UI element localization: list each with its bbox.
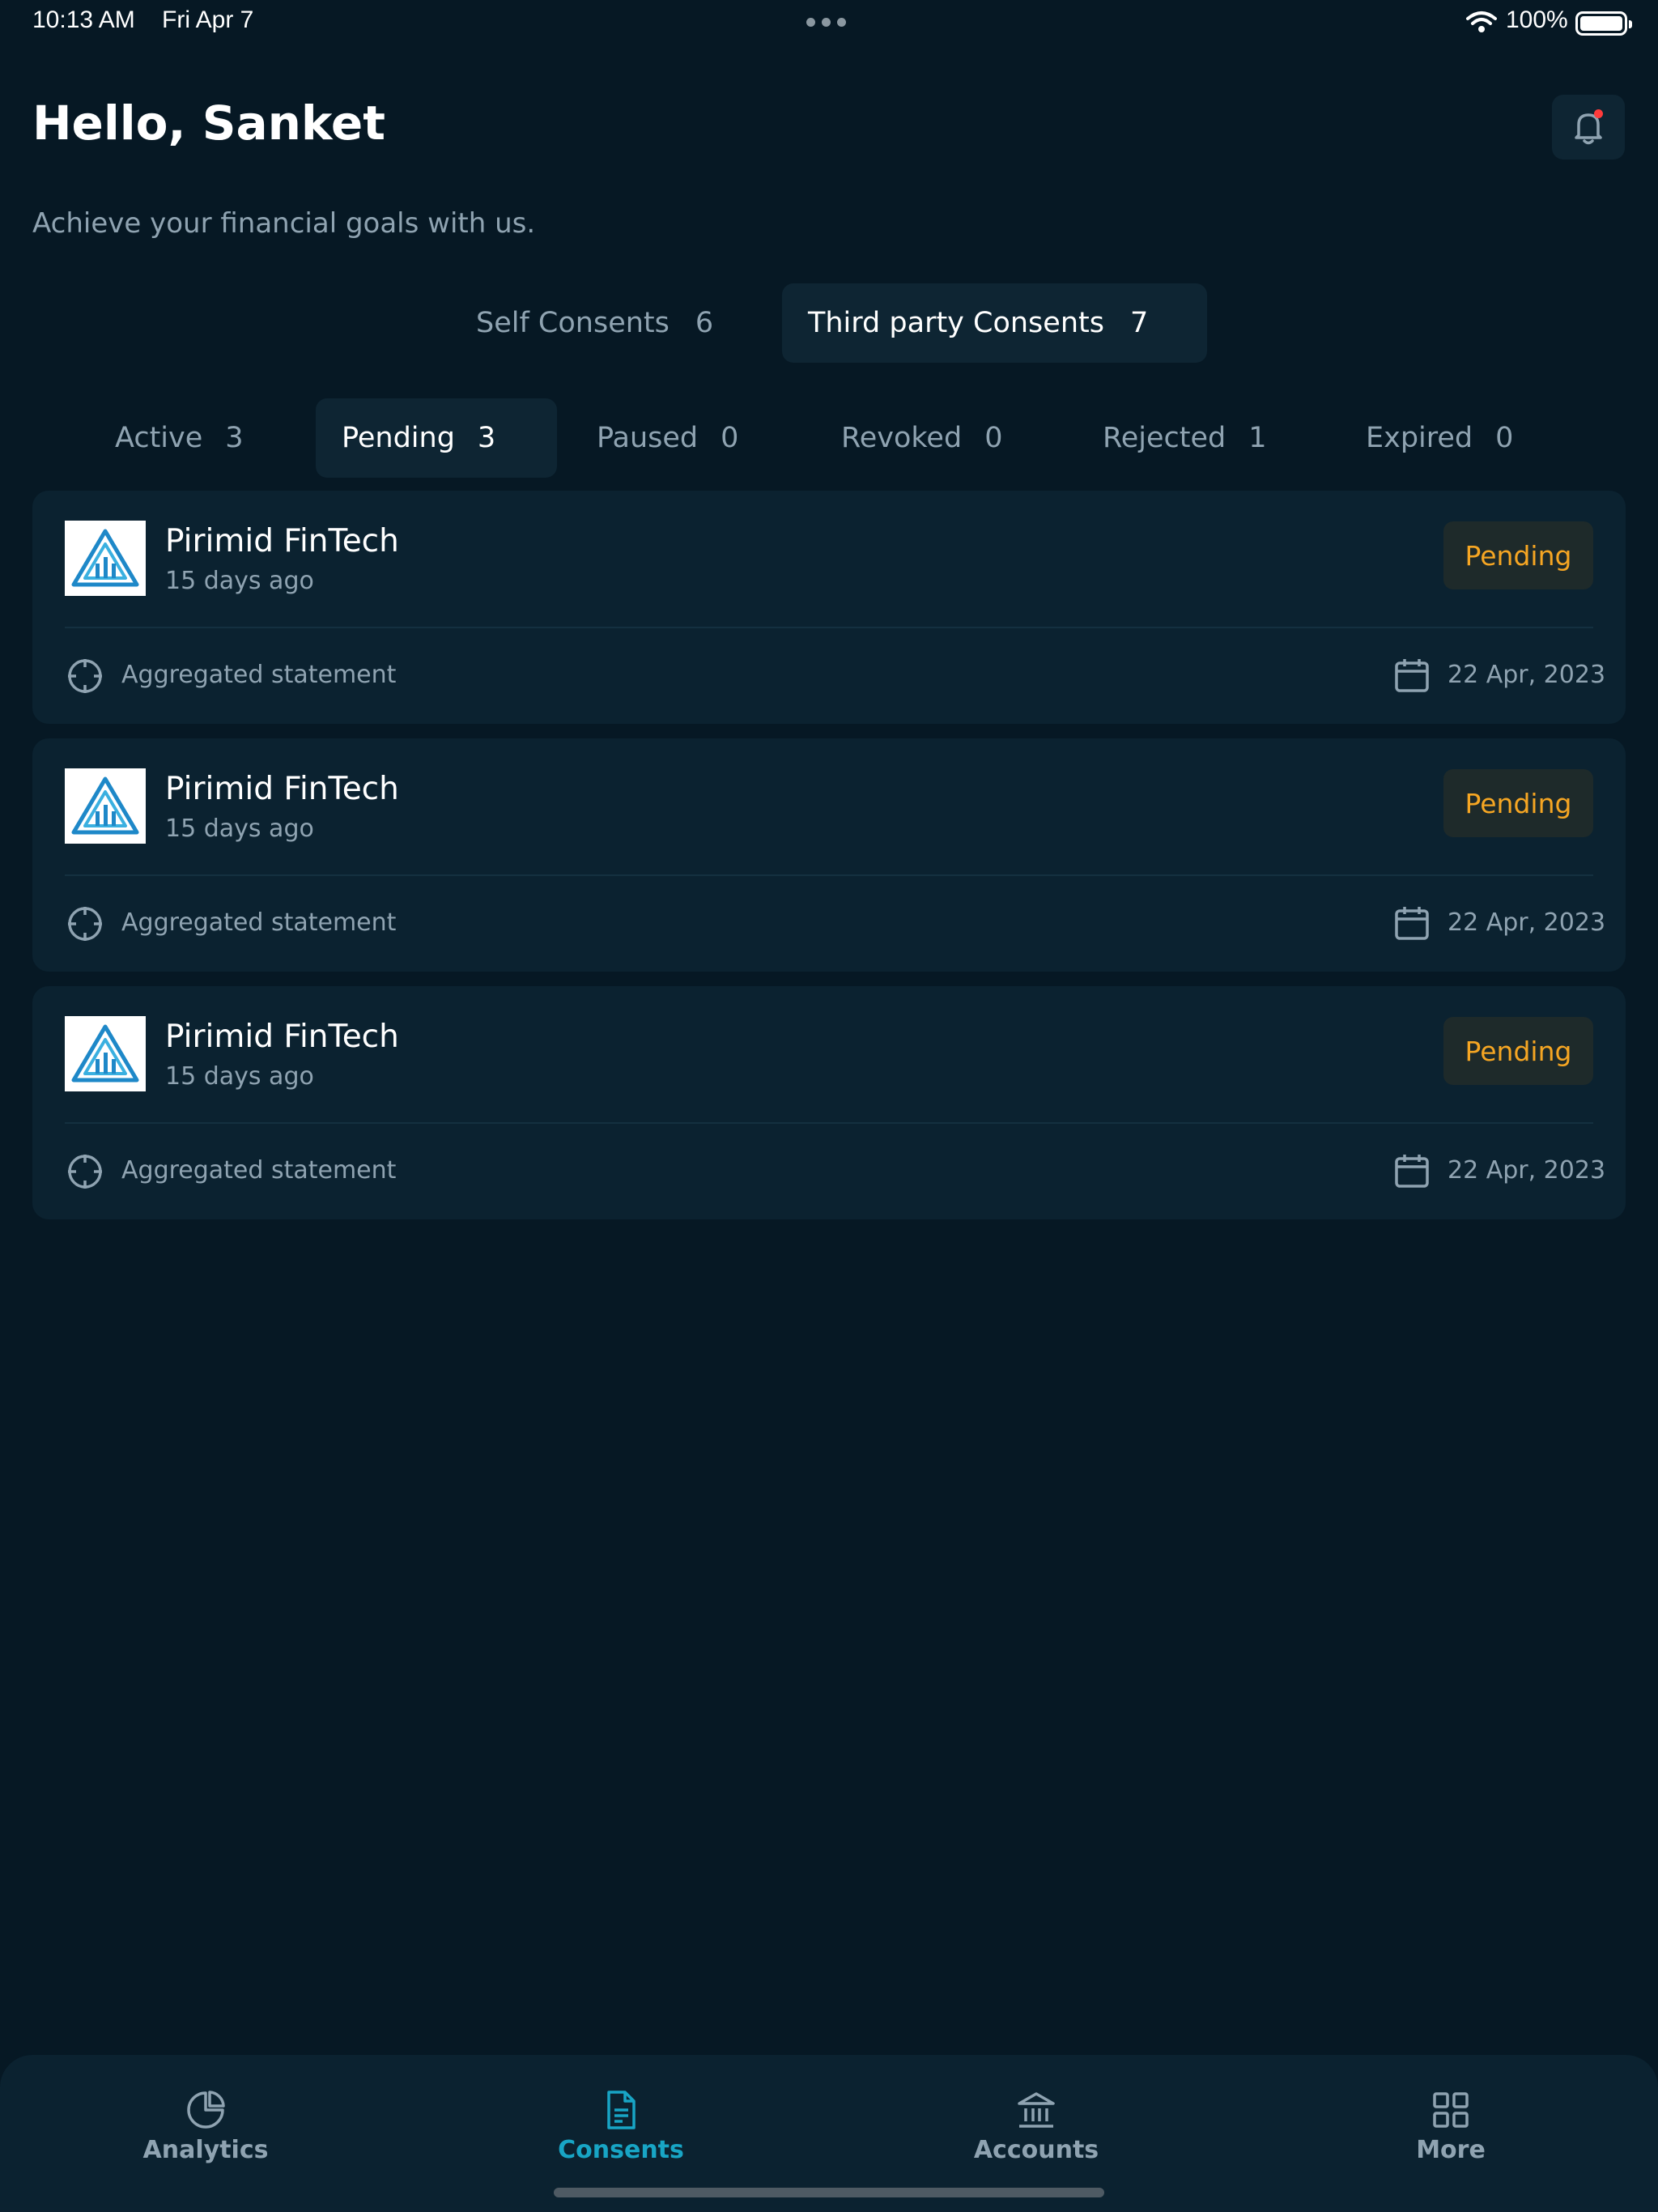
tab-label: Self Consents xyxy=(476,307,670,339)
notifications-button[interactable] xyxy=(1552,95,1625,160)
crosshair-icon xyxy=(68,1155,102,1189)
consent-date: 22 Apr, 2023 xyxy=(1448,1156,1606,1185)
bank-icon xyxy=(1018,2092,1055,2128)
status-date: Fri Apr 7 xyxy=(162,6,254,33)
tab-pending[interactable]: Pending 3 xyxy=(316,398,557,478)
tab-third-party-consents[interactable]: Third party Consents 7 xyxy=(782,283,1207,363)
nav-analytics[interactable]: Analytics xyxy=(117,2089,295,2164)
nav-label: Analytics xyxy=(142,2136,269,2164)
nav-more[interactable]: More xyxy=(1362,2089,1540,2164)
calendar-icon xyxy=(1395,907,1429,940)
status-badge: Pending xyxy=(1443,1017,1593,1085)
tab-expired[interactable]: Expired 0 xyxy=(1340,398,1567,478)
tab-active[interactable]: Active 3 xyxy=(89,398,283,478)
consent-purpose: Aggregated statement xyxy=(121,908,397,937)
nav-accounts[interactable]: Accounts xyxy=(947,2089,1125,2164)
document-icon xyxy=(607,2091,636,2129)
battery-percent: 100% xyxy=(1506,6,1568,33)
grid-icon xyxy=(1433,2092,1469,2128)
consent-purpose: Aggregated statement xyxy=(121,661,397,689)
calendar-icon xyxy=(1395,659,1429,692)
nav-consents[interactable]: Consents xyxy=(532,2089,710,2164)
relative-time: 15 days ago xyxy=(165,815,314,843)
divider xyxy=(65,874,1593,876)
consent-card[interactable]: Pirimid FinTech 15 days ago Pending Aggr… xyxy=(32,986,1626,1219)
tab-revoked[interactable]: Revoked 0 xyxy=(815,398,1050,478)
tab-label: Paused xyxy=(597,422,699,454)
tab-count: 0 xyxy=(1495,422,1514,454)
tab-label: Third party Consents xyxy=(808,307,1104,339)
status-filter-tabs: Active 3 Pending 3 Paused 0 Revoked 0 Re… xyxy=(0,398,1658,478)
company-logo xyxy=(65,768,146,844)
tab-count: 1 xyxy=(1248,422,1267,454)
tab-count: 3 xyxy=(225,422,244,454)
battery-icon xyxy=(1575,11,1632,36)
tagline: Achieve your financial goals with us. xyxy=(32,207,536,240)
consent-card[interactable]: Pirimid FinTech 15 days ago Pending Aggr… xyxy=(32,738,1626,972)
status-badge: Pending xyxy=(1443,521,1593,589)
crosshair-icon xyxy=(68,907,102,941)
home-indicator[interactable] xyxy=(554,2188,1104,2197)
divider xyxy=(65,1122,1593,1124)
tab-label: Pending xyxy=(342,422,455,454)
consent-date: 22 Apr, 2023 xyxy=(1448,908,1606,937)
calendar-icon xyxy=(1395,1155,1429,1188)
nav-label: Consents xyxy=(558,2136,684,2164)
consent-purpose: Aggregated statement xyxy=(121,1156,397,1185)
page-title: Hello, Sanket xyxy=(32,96,385,151)
tab-label: Active xyxy=(115,422,203,454)
company-name: Pirimid FinTech xyxy=(165,771,399,807)
nav-label: More xyxy=(1416,2136,1486,2164)
multitasking-dots-icon[interactable] xyxy=(806,18,846,27)
pie-chart-icon xyxy=(187,2091,225,2129)
tab-count: 6 xyxy=(695,307,714,339)
wifi-icon xyxy=(1466,11,1497,32)
company-logo xyxy=(65,521,146,596)
tab-count: 7 xyxy=(1129,307,1149,339)
tab-label: Rejected xyxy=(1103,422,1226,454)
status-time: 10:13 AM xyxy=(32,6,135,33)
tab-rejected[interactable]: Rejected 1 xyxy=(1077,398,1312,478)
tab-count: 0 xyxy=(984,422,1003,454)
tab-count: 0 xyxy=(721,422,739,454)
consent-date: 22 Apr, 2023 xyxy=(1448,661,1606,689)
crosshair-icon xyxy=(68,659,102,693)
status-bar: 10:13 AM Fri Apr 7 100% xyxy=(0,0,1658,45)
tab-self-consents[interactable]: Self Consents 6 xyxy=(450,283,750,363)
divider xyxy=(65,627,1593,628)
relative-time: 15 days ago xyxy=(165,1062,314,1091)
nav-label: Accounts xyxy=(973,2136,1099,2164)
status-badge: Pending xyxy=(1443,769,1593,837)
company-logo xyxy=(65,1016,146,1091)
tab-label: Expired xyxy=(1366,422,1473,454)
company-name: Pirimid FinTech xyxy=(165,1019,399,1055)
tab-label: Revoked xyxy=(841,422,963,454)
consent-type-tabs: Self Consents 6 Third party Consents 7 xyxy=(0,283,1658,363)
consent-card[interactable]: Pirimid FinTech 15 days ago Pending Aggr… xyxy=(32,491,1626,724)
notification-dot xyxy=(1594,109,1603,118)
tab-count: 3 xyxy=(477,422,496,454)
relative-time: 15 days ago xyxy=(165,567,314,595)
company-name: Pirimid FinTech xyxy=(165,523,399,559)
tab-paused[interactable]: Paused 0 xyxy=(571,398,785,478)
